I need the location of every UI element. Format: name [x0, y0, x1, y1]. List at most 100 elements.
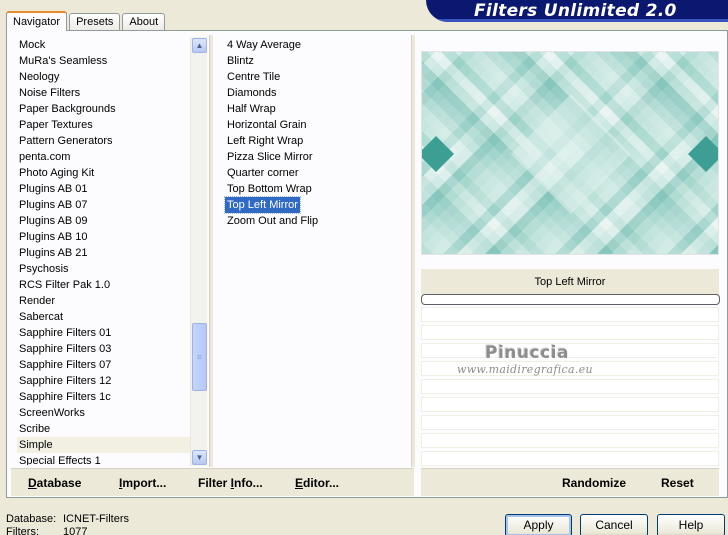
- filter-row[interactable]: Quarter corner: [225, 165, 411, 181]
- category-scrollbar[interactable]: ▲ ≡ ▼: [190, 37, 207, 466]
- divider[interactable]: [411, 35, 415, 467]
- category-item[interactable]: Neology: [17, 69, 197, 85]
- category-item[interactable]: Plugins AB 07: [17, 197, 197, 213]
- cancel-button[interactable]: Cancel: [580, 514, 648, 535]
- category-item[interactable]: Plugins AB 21: [17, 245, 197, 261]
- parameter-slot[interactable]: [421, 397, 719, 412]
- database-value: ICNET-Filters: [63, 513, 129, 525]
- filter-info-button-prefix: Filter: [198, 476, 231, 490]
- category-item[interactable]: Sapphire Filters 01: [17, 325, 197, 341]
- parameter-slot[interactable]: [421, 415, 719, 430]
- filter-row[interactable]: Top Bottom Wrap: [225, 181, 411, 197]
- category-item[interactable]: Plugins AB 10: [17, 229, 197, 245]
- grip-icon: ≡: [196, 352, 203, 362]
- apply-button[interactable]: Apply: [505, 514, 572, 535]
- category-item[interactable]: Special Effects 1: [17, 453, 197, 465]
- filter-list[interactable]: 4 Way Average Blintz Centre Tile Diamonds Ha…: [224, 37, 411, 229]
- parameter-slot[interactable]: [421, 451, 719, 466]
- tab-navigator[interactable]: Navigator: [6, 11, 68, 31]
- filter-item[interactable]: Top Left Mirror: [224, 196, 301, 214]
- help-button[interactable]: Help: [657, 514, 725, 535]
- filter-item[interactable]: Diamonds: [225, 85, 279, 101]
- randomize-button[interactable]: Randomize: [562, 476, 626, 490]
- category-item[interactable]: Sabercat: [17, 309, 197, 325]
- selected-filter-name: Top Left Mirror: [421, 269, 719, 295]
- filter-row[interactable]: Half Wrap: [225, 101, 411, 117]
- category-item[interactable]: Plugins AB 09: [17, 213, 197, 229]
- category-item[interactable]: Render: [17, 293, 197, 309]
- filter-item[interactable]: Pizza Slice Mirror: [225, 149, 315, 165]
- navigator-toolbar: Database Import... Filter Info... Editor…: [11, 468, 414, 496]
- filter-row[interactable]: Pizza Slice Mirror: [225, 149, 411, 165]
- editor-button-label: ditor...: [303, 476, 340, 490]
- category-item[interactable]: Simple: [17, 437, 197, 453]
- header-banner: Filters Unlimited 2.0: [426, 0, 728, 22]
- parameter-slot[interactable]: [421, 379, 719, 394]
- filter-row[interactable]: Left Right Wrap: [225, 133, 411, 149]
- preview-pattern: [422, 52, 718, 254]
- filter-item[interactable]: Top Bottom Wrap: [225, 181, 314, 197]
- filter-row[interactable]: Blintz: [225, 53, 411, 69]
- category-item[interactable]: Psychosis: [17, 261, 197, 277]
- divider[interactable]: [209, 35, 213, 467]
- chevron-down-icon: ▼: [195, 453, 204, 462]
- category-list[interactable]: Mock MuRa's Seamless Neology Noise Filters P…: [17, 37, 197, 465]
- editor-button-accel: E: [295, 476, 304, 490]
- parameter-slot[interactable]: [421, 433, 719, 448]
- filter-row[interactable]: Diamonds: [225, 85, 411, 101]
- filter-item[interactable]: Zoom Out and Flip: [225, 213, 320, 229]
- parameter-slot[interactable]: [421, 307, 719, 322]
- database-button[interactable]: Database: [28, 476, 81, 490]
- category-item[interactable]: Sapphire Filters 03: [17, 341, 197, 357]
- parameter-slot[interactable]: [421, 343, 719, 358]
- parameter-slot[interactable]: [421, 325, 719, 340]
- filter-row[interactable]: Zoom Out and Flip: [225, 213, 411, 229]
- filter-row[interactable]: Centre Tile: [225, 69, 411, 85]
- category-item[interactable]: Mock: [17, 37, 197, 53]
- filter-item[interactable]: Centre Tile: [225, 69, 282, 85]
- scroll-down-button[interactable]: ▼: [192, 450, 207, 465]
- filter-item[interactable]: 4 Way Average: [225, 37, 303, 53]
- category-item[interactable]: penta.com: [17, 149, 197, 165]
- filter-item[interactable]: Blintz: [225, 53, 256, 69]
- category-item[interactable]: Pattern Generators: [17, 133, 197, 149]
- editor-button[interactable]: Editor...: [295, 476, 339, 490]
- category-item[interactable]: Photo Aging Kit: [17, 165, 197, 181]
- reset-button[interactable]: Reset: [661, 476, 694, 490]
- import-button[interactable]: Import...: [119, 476, 166, 490]
- filters-count-value: 1077: [63, 526, 88, 535]
- category-item[interactable]: Sapphire Filters 1c: [17, 389, 197, 405]
- database-button-accel: D: [28, 476, 37, 490]
- parameter-area: Pinuccia www.maidiregrafica.eu: [421, 307, 719, 466]
- filter-info-button[interactable]: Filter Info...: [198, 476, 263, 490]
- filter-row[interactable]: Horizontal Grain: [225, 117, 411, 133]
- chevron-up-icon: ▲: [195, 41, 204, 50]
- scroll-up-button[interactable]: ▲: [192, 38, 207, 53]
- scroll-thumb[interactable]: ≡: [192, 323, 207, 391]
- tab-presets[interactable]: Presets: [69, 13, 121, 30]
- filter-row[interactable]: Top Left Mirror: [224, 196, 411, 214]
- category-item[interactable]: Paper Textures: [17, 117, 197, 133]
- filter-item[interactable]: Horizontal Grain: [225, 117, 308, 133]
- category-item[interactable]: Sapphire Filters 12: [17, 373, 197, 389]
- category-item[interactable]: Scribe: [17, 421, 197, 437]
- navigator-panel: Mock MuRa's Seamless Neology Noise Filters P…: [6, 30, 728, 498]
- category-item[interactable]: Sapphire Filters 07: [17, 357, 197, 373]
- filter-item[interactable]: Left Right Wrap: [225, 133, 305, 149]
- import-button-label: mport...: [122, 476, 167, 490]
- database-label: Database:: [6, 513, 57, 525]
- filter-item[interactable]: Quarter corner: [225, 165, 301, 181]
- filter-item[interactable]: Half Wrap: [225, 101, 278, 117]
- category-item[interactable]: ScreenWorks: [17, 405, 197, 421]
- tab-about[interactable]: About: [122, 13, 166, 30]
- app-title: Filters Unlimited 2.0: [474, 1, 677, 21]
- tab-strip: Navigator Presets About: [6, 10, 167, 31]
- category-item[interactable]: Paper Backgrounds: [17, 101, 197, 117]
- preview-image: [421, 51, 719, 255]
- category-item[interactable]: MuRa's Seamless: [17, 53, 197, 69]
- filter-row[interactable]: 4 Way Average: [225, 37, 411, 53]
- category-item[interactable]: Noise Filters: [17, 85, 197, 101]
- category-item[interactable]: RCS Filter Pak 1.0: [17, 277, 197, 293]
- category-item[interactable]: Plugins AB 01: [17, 181, 197, 197]
- filters-count-label: Filters:: [6, 526, 39, 535]
